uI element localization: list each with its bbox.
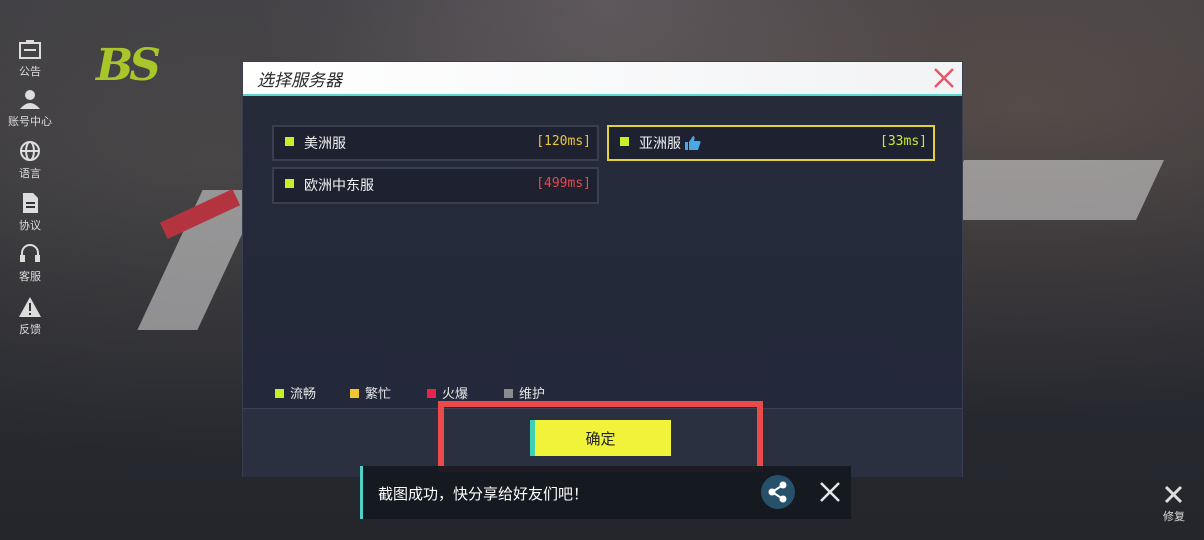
legend-item-smooth: 流畅	[275, 383, 316, 402]
legend-label: 繁忙	[365, 387, 392, 402]
wrench-icon	[1164, 485, 1183, 504]
legend-swatch	[504, 389, 513, 398]
account-icon	[20, 90, 40, 109]
status-indicator	[285, 137, 294, 146]
dialog-title: 选择服务器	[257, 71, 342, 91]
thumbs-up-icon	[685, 136, 701, 150]
globe-icon	[20, 141, 40, 161]
legend-item-hot: 火爆	[427, 383, 468, 402]
sidebar-item-account[interactable]: 账号中心	[0, 88, 60, 129]
sidebar-item-language[interactable]: 语言	[0, 140, 60, 181]
server-name-wrap: 亚洲服	[639, 133, 701, 153]
sidebar-item-label: 反馈	[19, 323, 41, 336]
server-name: 美洲服	[304, 136, 346, 152]
close-icon[interactable]	[817, 479, 843, 505]
legend-item-maintenance: 维护	[504, 383, 545, 402]
sidebar-item-label: 账号中心	[8, 115, 52, 128]
legend-swatch	[427, 389, 436, 398]
status-indicator	[285, 179, 294, 188]
sidebar-item-feedback[interactable]: 反馈	[0, 296, 60, 337]
server-list-area: 美洲服 [120ms] 亚洲服 [33ms] 欧洲中东服 [499ms]	[243, 96, 962, 408]
legend-item-busy: 繁忙	[350, 383, 391, 402]
background-brush-stroke	[936, 160, 1164, 220]
server-option-asia[interactable]: 亚洲服 [33ms]	[607, 125, 935, 161]
warning-icon	[19, 297, 41, 317]
game-logo: BS	[96, 40, 161, 91]
server-option-america[interactable]: 美洲服 [120ms]	[272, 125, 599, 161]
server-ping: [33ms]	[880, 134, 927, 149]
screenshot-toast: 截图成功，快分享给好友们吧！	[360, 466, 851, 519]
server-ping: [499ms]	[536, 176, 591, 191]
document-icon	[23, 193, 38, 213]
sidebar-item-label: 语言	[19, 167, 41, 180]
sidebar-item-label: 公告	[19, 65, 41, 78]
share-icon	[768, 481, 787, 503]
legend-label: 维护	[519, 387, 546, 402]
legend-swatch	[275, 389, 284, 398]
share-button[interactable]	[761, 475, 795, 509]
repair-button[interactable]: 修复	[1144, 483, 1204, 524]
sidebar-item-label: 协议	[19, 219, 41, 232]
repair-label: 修复	[1163, 510, 1185, 523]
server-select-dialog: 选择服务器 美洲服 [120ms] 亚洲服 [33ms] 欧洲中东服 [499m…	[242, 61, 963, 477]
announcement-icon	[19, 40, 41, 59]
sidebar-item-announcement[interactable]: 公告	[0, 38, 60, 79]
headset-icon	[20, 244, 40, 262]
server-name: 欧洲中东服	[304, 178, 374, 194]
server-ping: [120ms]	[536, 134, 591, 149]
status-indicator	[620, 137, 629, 146]
server-name: 亚洲服	[639, 136, 681, 152]
legend-label: 火爆	[442, 387, 469, 402]
server-option-europe[interactable]: 欧洲中东服 [499ms]	[272, 167, 599, 204]
sidebar-item-support[interactable]: 客服	[0, 243, 60, 284]
dialog-header: 选择服务器	[243, 62, 962, 96]
sidebar-item-agreement[interactable]: 协议	[0, 192, 60, 233]
toast-message: 截图成功，快分享给好友们吧！	[378, 485, 589, 503]
legend-swatch	[350, 389, 359, 398]
confirm-button[interactable]: 确定	[530, 420, 671, 456]
confirm-button-accent	[530, 420, 535, 456]
legend-label: 流畅	[290, 387, 317, 402]
close-icon[interactable]	[932, 66, 956, 90]
sidebar-item-label: 客服	[19, 270, 41, 283]
